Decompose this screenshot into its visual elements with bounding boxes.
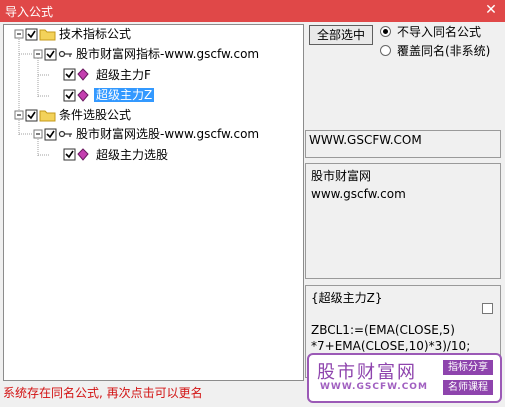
expander-child2	[33, 129, 43, 139]
status-message: 系统存在同名公式, 再次点击可以更名	[3, 386, 203, 400]
folder-icon	[39, 29, 56, 41]
tree-graphics	[14, 28, 89, 161]
radio-skip-duplicates[interactable]: 不导入同名公式	[380, 25, 481, 39]
watermark-logo: 股市财富网 WWW.GSCFW.COM 指标分享 名师课程	[307, 353, 502, 403]
author-panel: 股市财富网 www.gscfw.com	[305, 163, 501, 279]
expander-root1	[14, 29, 24, 39]
checkbox-leaf1	[63, 68, 76, 81]
tree-node-technical-formulas[interactable]: 技术指标公式	[59, 27, 131, 41]
formula-title: {超级主力Z}	[311, 291, 383, 305]
checkbox-root2	[25, 109, 38, 122]
close-icon[interactable]: ✕	[483, 2, 499, 18]
formula-line-1: ZBCL1:=(EMA(CLOSE,5)	[311, 323, 455, 337]
radio-overwrite[interactable]: 覆盖同名(非系统)	[380, 44, 490, 58]
checkbox-child1	[44, 48, 57, 61]
watermark-name: 股市财富网	[317, 362, 417, 383]
radio-skip-label: 不导入同名公式	[397, 25, 482, 39]
checkbox-child2	[44, 128, 57, 141]
tree-node-condition-formulas[interactable]: 条件选股公式	[59, 108, 131, 122]
watermark-tag-indicators: 指标分享	[443, 360, 493, 375]
key-icon	[58, 50, 72, 58]
author-name: 股市财富网	[311, 169, 372, 183]
radio-unselected-icon	[380, 45, 391, 56]
watermark-tag-courses: 名师课程	[443, 380, 493, 395]
formula-diamond-icon	[77, 89, 89, 102]
preview-checkbox[interactable]	[482, 303, 493, 314]
expander-child1	[33, 49, 43, 59]
author-url: www.gscfw.com	[311, 187, 406, 201]
select-all-button[interactable]: 全部选中	[309, 25, 373, 45]
formula-line-2: *7+EMA(CLOSE,10)*3)/10;	[311, 339, 471, 353]
radio-selected-icon	[380, 26, 391, 37]
checkbox-leaf3	[63, 148, 76, 161]
tree-node-gscfw-indicators[interactable]: 股市财富网指标-www.gscfw.com	[76, 47, 259, 61]
checkbox-leaf2	[63, 89, 76, 102]
window-title: 导入公式	[5, 5, 54, 19]
radio-overwrite-label: 覆盖同名(非系统)	[397, 44, 491, 58]
website-text: WWW.GSCFW.COM	[309, 133, 422, 147]
checkbox-root1	[25, 28, 38, 41]
folder-icon	[39, 110, 56, 122]
formula-tree[interactable]: 技术指标公式 股市财富网指标-www.gscfw.com 超级主力F 超级主力Z…	[3, 24, 304, 381]
formula-diamond-icon	[77, 68, 89, 81]
tree-node-super-main-force-z[interactable]: 超级主力Z	[94, 88, 155, 102]
tree-node-super-main-force-screener[interactable]: 超级主力选股	[96, 148, 168, 162]
website-field: WWW.GSCFW.COM	[305, 130, 501, 158]
watermark-url: WWW.GSCFW.COM	[320, 382, 428, 392]
tree-node-super-main-force-f[interactable]: 超级主力F	[96, 68, 151, 82]
expander-root2	[14, 110, 24, 120]
tree-node-gscfw-screener[interactable]: 股市财富网选股-www.gscfw.com	[76, 127, 259, 141]
title-bar: 导入公式 ✕	[0, 0, 505, 22]
key-icon	[58, 130, 72, 138]
formula-diamond-icon	[77, 148, 89, 161]
